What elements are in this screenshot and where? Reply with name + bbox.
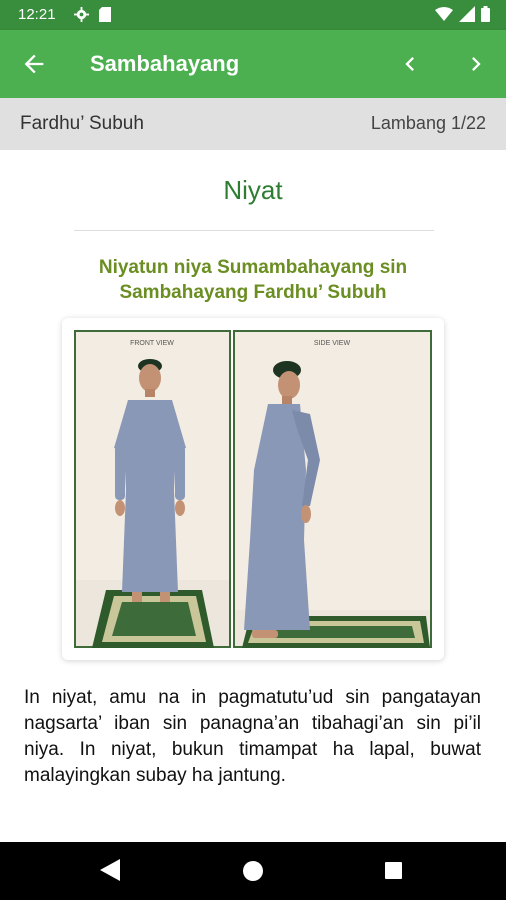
sd-card-icon (99, 7, 111, 22)
front-view-label: FRONT VIEW (130, 340, 174, 347)
sub-header: Fardhu’ Subuh Lambang 1/22 (0, 98, 506, 150)
step-counter: Lambang 1/22 (370, 113, 486, 133)
status-time: 12:21 (18, 6, 56, 23)
system-nav-bar (0, 842, 506, 900)
nav-recents-icon[interactable] (385, 862, 402, 879)
section-title: Niyat (223, 175, 283, 205)
nav-back-icon[interactable] (100, 859, 120, 881)
status-bar: 12:21 (0, 0, 506, 30)
arrow-left-icon[interactable] (20, 50, 48, 78)
chevron-right-icon[interactable] (462, 50, 490, 78)
gear-icon (74, 7, 89, 22)
content: Niyat Niyatun niya Sumambahayang sin Sam… (0, 150, 506, 842)
body-text: In niyat, amu na in pagmatutu’ud sin pan… (24, 687, 481, 786)
image-card: FRONT VIEW SIDE VIEW (62, 318, 444, 660)
prayer-title: Fardhu’ Subuh (20, 113, 144, 134)
signal-icon (459, 6, 475, 22)
chevron-left-icon[interactable] (396, 50, 424, 78)
nav-home-icon[interactable] (243, 861, 263, 881)
step-subtitle: Niyatun niya Sumambahayang sin Sambahaya… (98, 257, 408, 303)
app-bar: Sambahayang (0, 30, 506, 98)
app-title: Sambahayang (90, 51, 240, 76)
side-view-label: SIDE VIEW (314, 340, 351, 347)
battery-icon (481, 6, 490, 22)
posture-illustration: FRONT VIEW SIDE VIEW (74, 330, 432, 648)
wifi-icon (435, 7, 453, 21)
divider (74, 230, 434, 231)
